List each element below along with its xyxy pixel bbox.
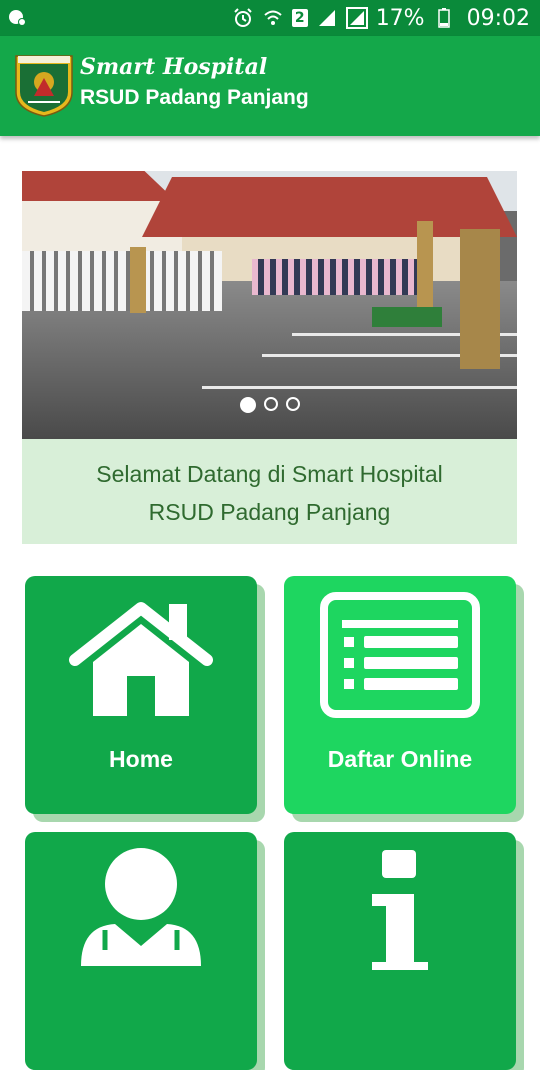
battery-icon [433, 7, 455, 29]
doctor-icon [81, 848, 201, 966]
welcome-line-1: Selamat Datang di Smart Hospital [96, 461, 443, 487]
photo-officer [130, 247, 146, 313]
carousel-dot[interactable] [285, 397, 300, 411]
menu-tile-info[interactable] [284, 832, 516, 1070]
menu-tile-label: Home [109, 746, 173, 772]
photo-roof-main [142, 177, 517, 237]
photo-crowd-right [252, 259, 427, 295]
photo-crowd-left [22, 251, 222, 311]
photo-podium [372, 307, 442, 327]
signal-icon [316, 7, 338, 29]
welcome-banner: Selamat Datang di Smart Hospital RSUD Pa… [22, 439, 517, 544]
clock: 09:02 [466, 5, 530, 31]
registration-list-icon [320, 592, 480, 718]
photo-line [202, 386, 517, 389]
menu-tile-daftar-online[interactable]: Daftar Online [284, 576, 516, 814]
carousel-dot[interactable] [239, 397, 256, 413]
menu-tile-doctor[interactable] [25, 832, 257, 1070]
notification-icon [9, 10, 26, 26]
menu-tile-label: Daftar Online [327, 746, 473, 772]
welcome-line-2: RSUD Padang Panjang [148, 499, 391, 525]
image-carousel[interactable] [22, 171, 517, 439]
status-bar: 2 17% 09:02 [0, 0, 540, 36]
wifi-icon [262, 7, 284, 29]
photo-officer [460, 229, 500, 369]
alarm-icon [232, 7, 254, 29]
app-script-title: Smart Hospital [80, 54, 268, 80]
info-icon [372, 850, 428, 970]
carousel-dot[interactable] [263, 397, 278, 411]
signal-boxed-icon [345, 7, 368, 29]
photo-officer [417, 221, 433, 307]
status-icons: 2 17% 09:02 [232, 0, 530, 36]
menu-tile-home[interactable]: Home [25, 576, 257, 814]
home-icon [69, 602, 213, 716]
city-emblem-logo [15, 55, 73, 117]
sim-icon: 2 [291, 9, 308, 27]
carousel-indicator [22, 397, 517, 413]
app-main-title: RSUD Padang Panjang [80, 86, 309, 109]
app-bar: Smart Hospital RSUD Padang Panjang [0, 36, 540, 136]
battery-percent: 17% [375, 5, 425, 31]
